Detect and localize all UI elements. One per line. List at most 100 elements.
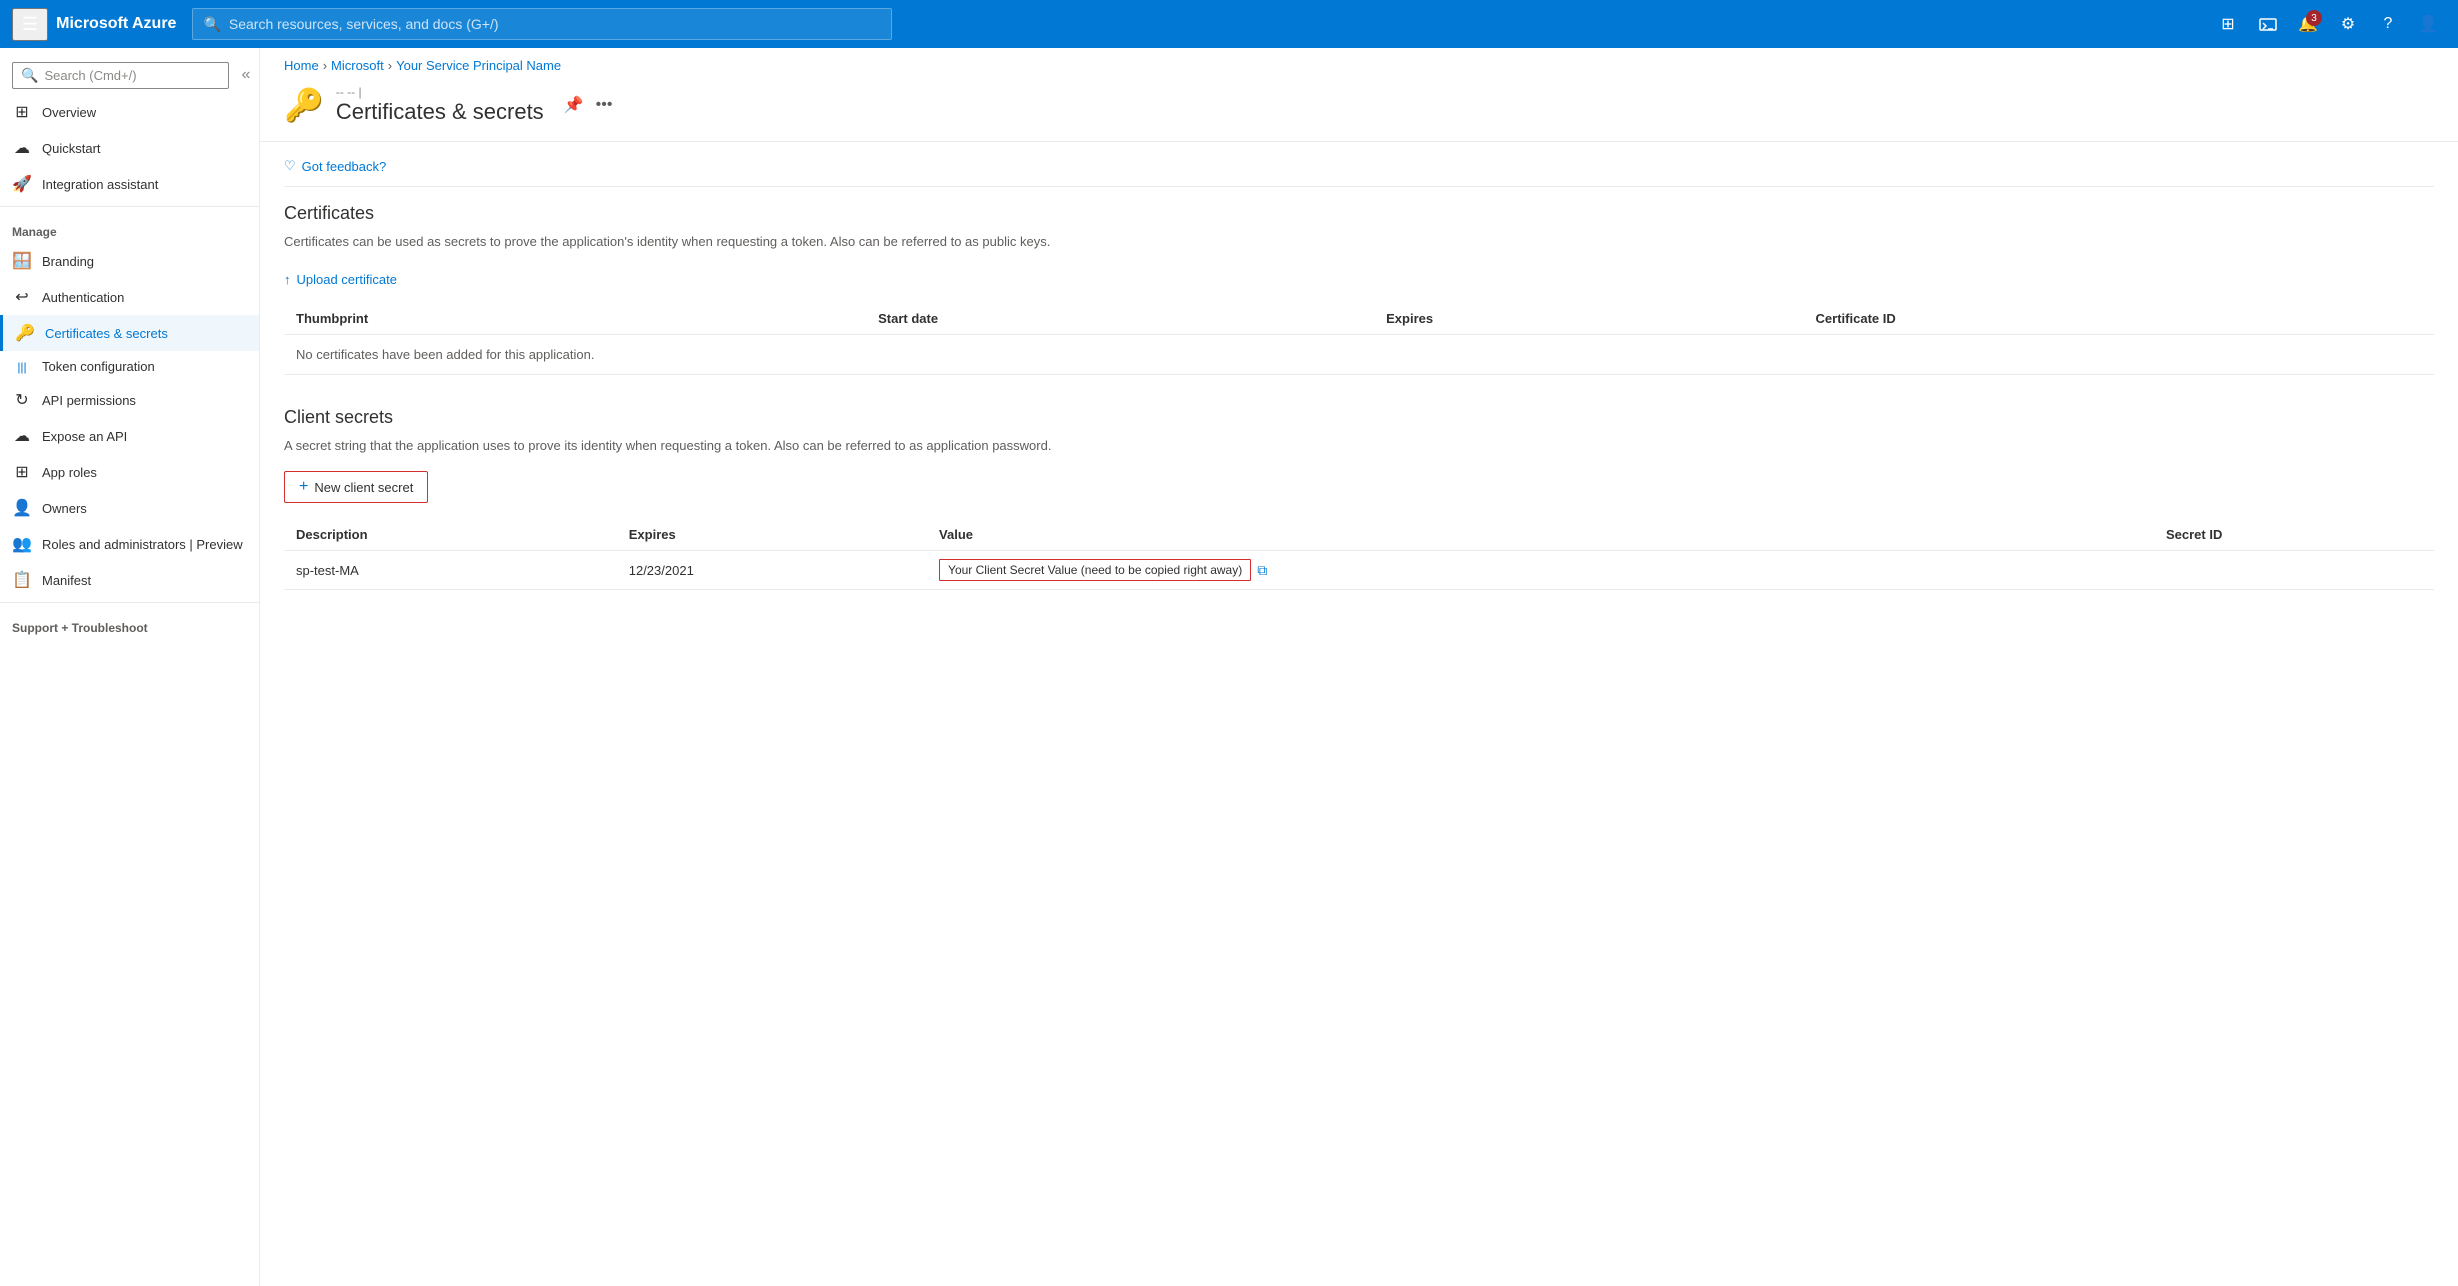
app-roles-icon: ⊞ [12,462,32,482]
sidebar-item-label: Token configuration [42,359,155,374]
client-secrets-desc: A secret string that the application use… [284,436,2434,456]
col-secret-id: Secret ID [2154,519,2434,551]
pin-button[interactable]: 📌 [564,95,584,115]
page-title: Certificates & secrets [336,99,544,125]
upload-certificate-button[interactable]: ↑ Upload certificate [284,268,397,291]
sidebar-item-authentication[interactable]: ↩ Authentication [0,279,259,315]
top-navigation: ☰ Microsoft Azure 🔍 ⊞ 🔔 3 ⚙ ? 👤 [0,0,2458,48]
col-expires: Expires [1374,303,1803,335]
sidebar-item-manifest[interactable]: 📋 Manifest [0,562,259,598]
col-description: Description [284,519,617,551]
col-value: Value [927,519,2154,551]
overview-icon: ⊞ [12,102,32,122]
sidebar-item-expose-api[interactable]: ☁ Expose an API [0,418,259,454]
col-start-date: Start date [866,303,1374,335]
client-secrets-section: Client secrets A secret string that the … [284,407,2434,591]
client-secrets-table-container: Description Expires Value Secret ID sp-t… [284,519,2434,590]
sidebar-item-overview[interactable]: ⊞ Overview [0,94,259,130]
branding-icon: 🪟 [12,251,32,271]
sidebar-search-input[interactable] [44,68,220,83]
page-app-name: -- -- | [336,85,544,99]
integration-icon: 🚀 [12,174,32,194]
plus-icon: + [299,478,308,496]
page-title-section: -- -- | Certificates & secrets [336,85,544,125]
sidebar-item-label: Quickstart [42,141,101,156]
sidebar: 🔍 « ⊞ Overview ☁ Quickstart 🚀 Integratio… [0,48,260,1286]
sidebar-item-branding[interactable]: 🪟 Branding [0,243,259,279]
support-section-label: Support + Troubleshoot [0,607,259,639]
cloud-shell-icon[interactable] [2250,6,2286,42]
main-content-area: Home › Microsoft › Your Service Principa… [260,48,2458,1286]
new-secret-btn-label: New client secret [314,480,413,495]
settings-icon[interactable]: ⚙ [2330,6,2366,42]
certificates-table-container: Thumbprint Start date Expires Certificat… [284,303,2434,375]
certificates-desc: Certificates can be used as secrets to p… [284,232,2434,252]
nav-icon-group: ⊞ 🔔 3 ⚙ ? 👤 [2210,6,2446,42]
client-secrets-table-body: sp-test-MA 12/23/2021 Your Client Secret… [284,551,2434,590]
sidebar-item-label: Overview [42,105,96,120]
notification-badge: 3 [2306,10,2322,26]
client-secrets-table-head: Description Expires Value Secret ID [284,519,2434,551]
global-search[interactable]: 🔍 [192,8,892,40]
table-row: sp-test-MA 12/23/2021 Your Client Secret… [284,551,2434,590]
client-secrets-title: Client secrets [284,407,2434,428]
header-actions: 📌 ••• [564,95,613,115]
sidebar-search[interactable]: 🔍 [12,62,229,89]
sidebar-divider-2 [0,602,259,603]
secret-value-box: Your Client Secret Value (need to be cop… [939,559,1251,581]
certificates-table-body: No certificates have been added for this… [284,334,2434,374]
certificates-title: Certificates [284,203,2434,224]
authentication-icon: ↩ [12,287,32,307]
breadcrumb-home[interactable]: Home [284,58,319,73]
sidebar-item-owners[interactable]: 👤 Owners [0,490,259,526]
sidebar-item-token-configuration[interactable]: ||| Token configuration [0,351,259,382]
portal-menu-icon[interactable]: ⊞ [2210,6,2246,42]
sidebar-item-label: Roles and administrators | Preview [42,537,243,552]
page-icon: 🔑 [284,86,324,124]
page-header: 🔑 -- -- | Certificates & secrets 📌 ••• [260,77,2458,142]
new-client-secret-button[interactable]: + New client secret [284,471,428,503]
hamburger-menu[interactable]: ☰ [12,8,48,41]
help-icon[interactable]: ? [2370,6,2406,42]
roles-icon: 👥 [12,534,32,554]
breadcrumb: Home › Microsoft › Your Service Principa… [260,48,2458,77]
more-options-button[interactable]: ••• [596,96,613,114]
search-icon: 🔍 [203,16,220,33]
notifications-icon[interactable]: 🔔 3 [2290,6,2326,42]
owners-icon: 👤 [12,498,32,518]
api-icon: ↻ [12,390,32,410]
sidebar-item-integration-assistant[interactable]: 🚀 Integration assistant [0,166,259,202]
sidebar-item-label: Branding [42,254,94,269]
col-thumbprint: Thumbprint [284,303,866,335]
search-input[interactable] [229,16,882,32]
sidebar-item-label: Integration assistant [42,177,158,192]
sidebar-item-label: Manifest [42,573,91,588]
breadcrumb-microsoft[interactable]: Microsoft [331,58,384,73]
client-secrets-table: Description Expires Value Secret ID sp-t… [284,519,2434,590]
copy-icon[interactable]: ⧉ [1257,562,1267,579]
feedback-bar: ♡ Got feedback? [284,158,2434,187]
breadcrumb-service-principal[interactable]: Your Service Principal Name [396,58,561,73]
scrollable-content: ♡ Got feedback? Certificates Certificate… [260,142,2458,638]
sidebar-item-api-permissions[interactable]: ↻ API permissions [0,382,259,418]
sidebar-item-label: API permissions [42,393,136,408]
main-layout: 🔍 « ⊞ Overview ☁ Quickstart 🚀 Integratio… [0,48,2458,1286]
sidebar-item-label: Expose an API [42,429,127,444]
sidebar-item-label: Authentication [42,290,124,305]
sidebar-item-app-roles[interactable]: ⊞ App roles [0,454,259,490]
upload-btn-label: Upload certificate [297,272,397,287]
table-row: No certificates have been added for this… [284,334,2434,374]
secret-description: sp-test-MA [284,551,617,590]
sidebar-item-quickstart[interactable]: ☁ Quickstart [0,130,259,166]
sidebar-item-roles-admins[interactable]: 👥 Roles and administrators | Preview [0,526,259,562]
certificates-icon: 🔑 [15,323,35,343]
heart-icon: ♡ [284,158,296,174]
collapse-sidebar-btn[interactable]: « [229,56,260,94]
user-avatar[interactable]: 👤 [2410,6,2446,42]
manifest-icon: 📋 [12,570,32,590]
sidebar-item-certificates-secrets[interactable]: 🔑 Certificates & secrets [0,315,259,351]
col-expires: Expires [617,519,927,551]
feedback-link[interactable]: Got feedback? [302,159,387,174]
sidebar-divider [0,206,259,207]
certificates-section: Certificates Certificates can be used as… [284,203,2434,375]
